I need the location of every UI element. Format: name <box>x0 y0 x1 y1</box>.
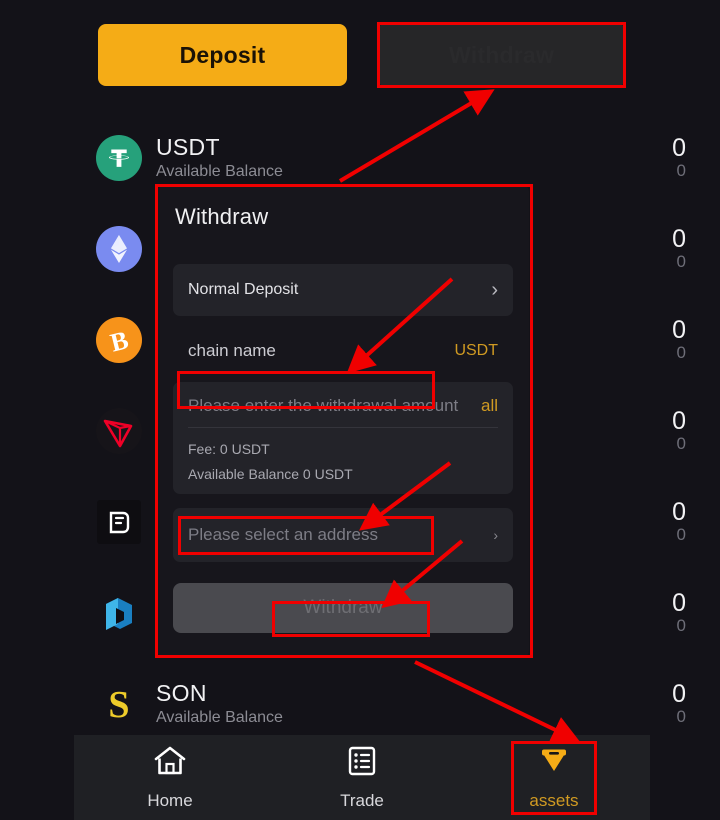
coin-name: USDT <box>156 133 220 160</box>
balance-sub-value: 0 <box>676 433 686 453</box>
withdraw-submit-button[interactable]: Withdraw <box>173 583 513 633</box>
deposit-withdraw-tabs: Deposit Withdraw <box>98 24 626 86</box>
ethereum-icon <box>96 225 142 272</box>
amount-divider <box>188 427 498 428</box>
chevron-right-icon: › <box>493 527 498 543</box>
tron-icon <box>96 407 142 454</box>
list-icon <box>345 744 379 783</box>
dusk-icon <box>96 590 142 636</box>
coin-sub: Available Balance <box>156 709 283 727</box>
nav-label-home: Home <box>147 791 193 810</box>
balance-sub-value: 0 <box>676 160 686 180</box>
balance-value: 0 <box>672 497 686 526</box>
chain-name-label: chain name <box>188 341 276 360</box>
usdt-icon <box>96 134 142 181</box>
amount-all-button[interactable]: all <box>481 396 498 416</box>
amount-input-row[interactable]: Please enter the withdrawal amount all <box>188 396 498 427</box>
balance-sub-value: 0 <box>676 524 686 544</box>
balance-value: 0 <box>672 224 686 253</box>
coin-meta: USDT Available Balance <box>156 134 283 181</box>
deposit-type-selector[interactable]: Normal Deposit › <box>173 264 513 316</box>
home-icon <box>153 744 187 783</box>
balance-value: 0 <box>672 679 686 708</box>
coin-balance: 0 0 <box>672 134 686 180</box>
deposit-type-label: Normal Deposit <box>188 281 299 298</box>
fee-label: Fee: 0 USDT <box>188 441 270 457</box>
address-selector[interactable]: Please select an address › <box>173 508 513 562</box>
balance-sub-value: 0 <box>676 342 686 362</box>
coin-balance: 0 0 <box>672 498 686 544</box>
filecoin-icon <box>96 499 142 545</box>
tab-deposit[interactable]: Deposit <box>98 24 347 86</box>
chain-name-row: chain name USDT <box>173 326 513 376</box>
son-icon: S <box>96 681 142 727</box>
coin-balance: 0 0 <box>672 680 686 726</box>
modal-title: Withdraw <box>175 204 269 229</box>
amount-card: Please enter the withdrawal amount all F… <box>173 382 513 494</box>
nav-label-trade: Trade <box>340 791 384 810</box>
balance-value: 0 <box>672 406 686 435</box>
chain-name-value: USDT <box>454 342 498 359</box>
available-balance-label: Available Balance 0 USDT <box>188 466 353 482</box>
balance-value: 0 <box>672 588 686 617</box>
nav-item-assets[interactable]: assets <box>458 744 650 811</box>
coin-meta: SON Available Balance <box>156 680 283 727</box>
amount-input[interactable]: Please enter the withdrawal amount <box>188 396 458 416</box>
chevron-right-icon: › <box>491 279 498 301</box>
nav-label-assets: assets <box>529 791 579 810</box>
balance-value: 0 <box>672 133 686 162</box>
balance-sub-value: 0 <box>676 706 686 726</box>
balance-sub-value: 0 <box>676 615 686 635</box>
coin-balance: 0 0 <box>672 589 686 635</box>
tab-withdraw[interactable]: Withdraw <box>377 24 626 86</box>
nav-item-home[interactable]: Home <box>74 744 266 811</box>
coin-balance: 0 0 <box>672 316 686 362</box>
svg-text:S: S <box>108 684 129 726</box>
diamond-icon <box>537 744 571 783</box>
coin-balance: 0 0 <box>672 225 686 271</box>
tab-withdraw-label: Withdraw <box>449 41 554 68</box>
nav-item-trade[interactable]: Trade <box>266 744 458 811</box>
balance-value: 0 <box>672 315 686 344</box>
address-input[interactable]: Please select an address <box>188 525 378 545</box>
coin-sub: Available Balance <box>156 163 283 181</box>
tab-deposit-label: Deposit <box>179 41 266 68</box>
coin-name: SON <box>156 679 207 706</box>
balance-sub-value: 0 <box>676 251 686 271</box>
coin-balance: 0 0 <box>672 407 686 453</box>
app-root: Deposit Withdraw USDT Available Balance … <box>0 0 720 820</box>
withdraw-submit-label: Withdraw <box>303 597 383 618</box>
bitcoin-icon: B <box>96 316 142 363</box>
bottom-navigation: Home Trade assets <box>74 735 650 820</box>
withdraw-modal: Withdraw Normal Deposit › chain name USD… <box>157 186 529 656</box>
